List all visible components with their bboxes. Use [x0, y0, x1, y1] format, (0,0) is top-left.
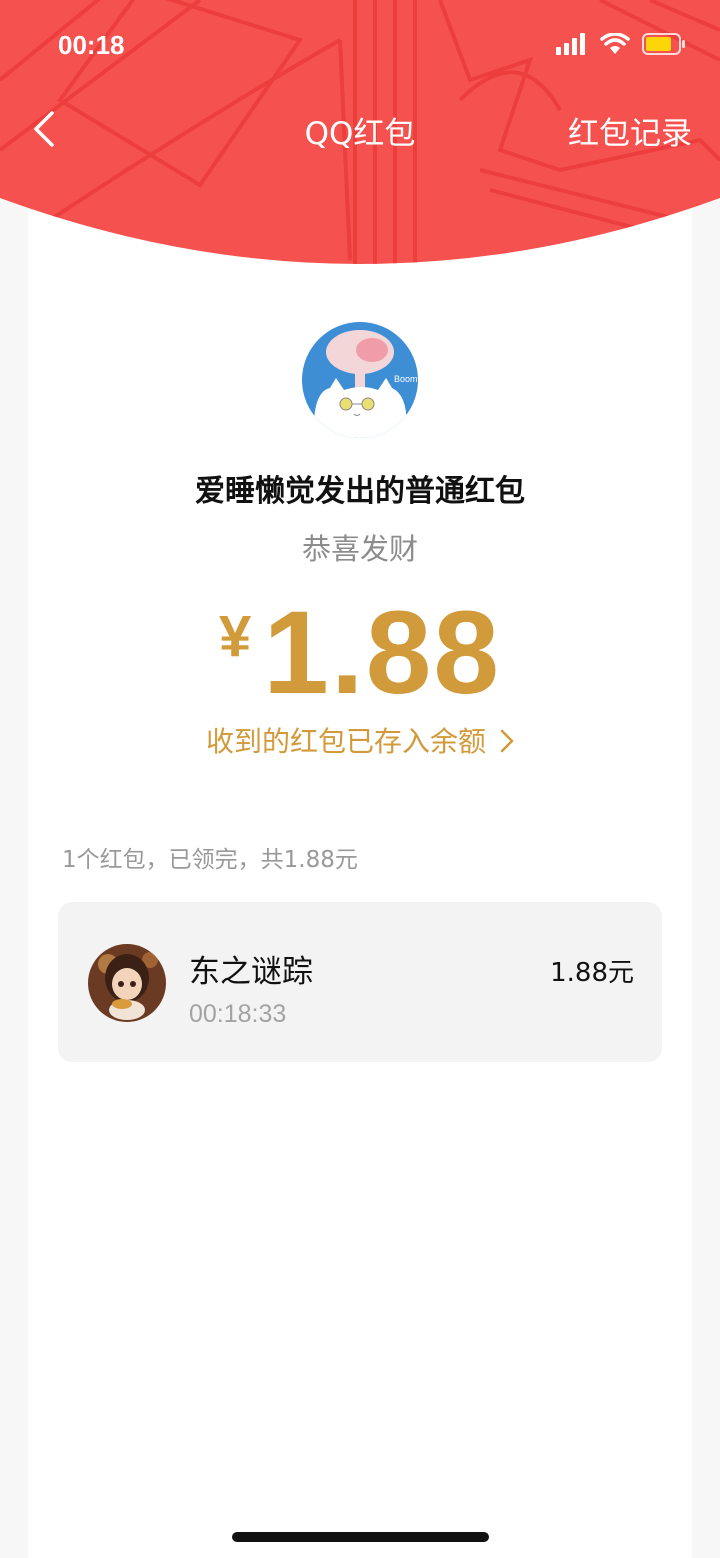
receiver-amount: 1.88元 — [550, 958, 634, 988]
balance-link-label: 收到的红包已存入余额 — [205, 725, 486, 758]
status-icons — [556, 33, 686, 55]
wifi-icon — [600, 33, 630, 54]
red-packet-records-link[interactable]: 红包记录 — [568, 108, 692, 153]
receiver-avatar — [88, 944, 166, 1022]
cellular-signal-icon — [556, 33, 585, 55]
status-time: 00:18 — [58, 30, 125, 60]
sender-avatar[interactable]: Boom — [302, 322, 418, 438]
packet-greeting: 恭喜发财 — [301, 532, 418, 566]
home-indicator[interactable] — [232, 1532, 489, 1542]
receiver-time: 00:18:33 — [189, 1000, 287, 1028]
balance-link[interactable]: 收到的红包已存入余额 — [0, 720, 720, 760]
svg-text:Boom: Boom — [394, 374, 418, 384]
amount-value: 1.88 — [263, 587, 501, 719]
amount-display: ¥1.88 — [0, 585, 720, 721]
chevron-right-icon — [500, 727, 514, 760]
packet-title: 爱睡懒觉发出的普通红包 — [195, 474, 525, 509]
battery-icon — [642, 33, 685, 55]
receiver-name: 东之谜踪 — [189, 954, 313, 990]
receiver-row[interactable]: 东之谜踪 00:18:33 1.88元 — [58, 902, 662, 1062]
currency-symbol: ¥ — [219, 604, 252, 669]
packet-summary: 1个红包，已领完，共1.88元 — [62, 847, 358, 873]
